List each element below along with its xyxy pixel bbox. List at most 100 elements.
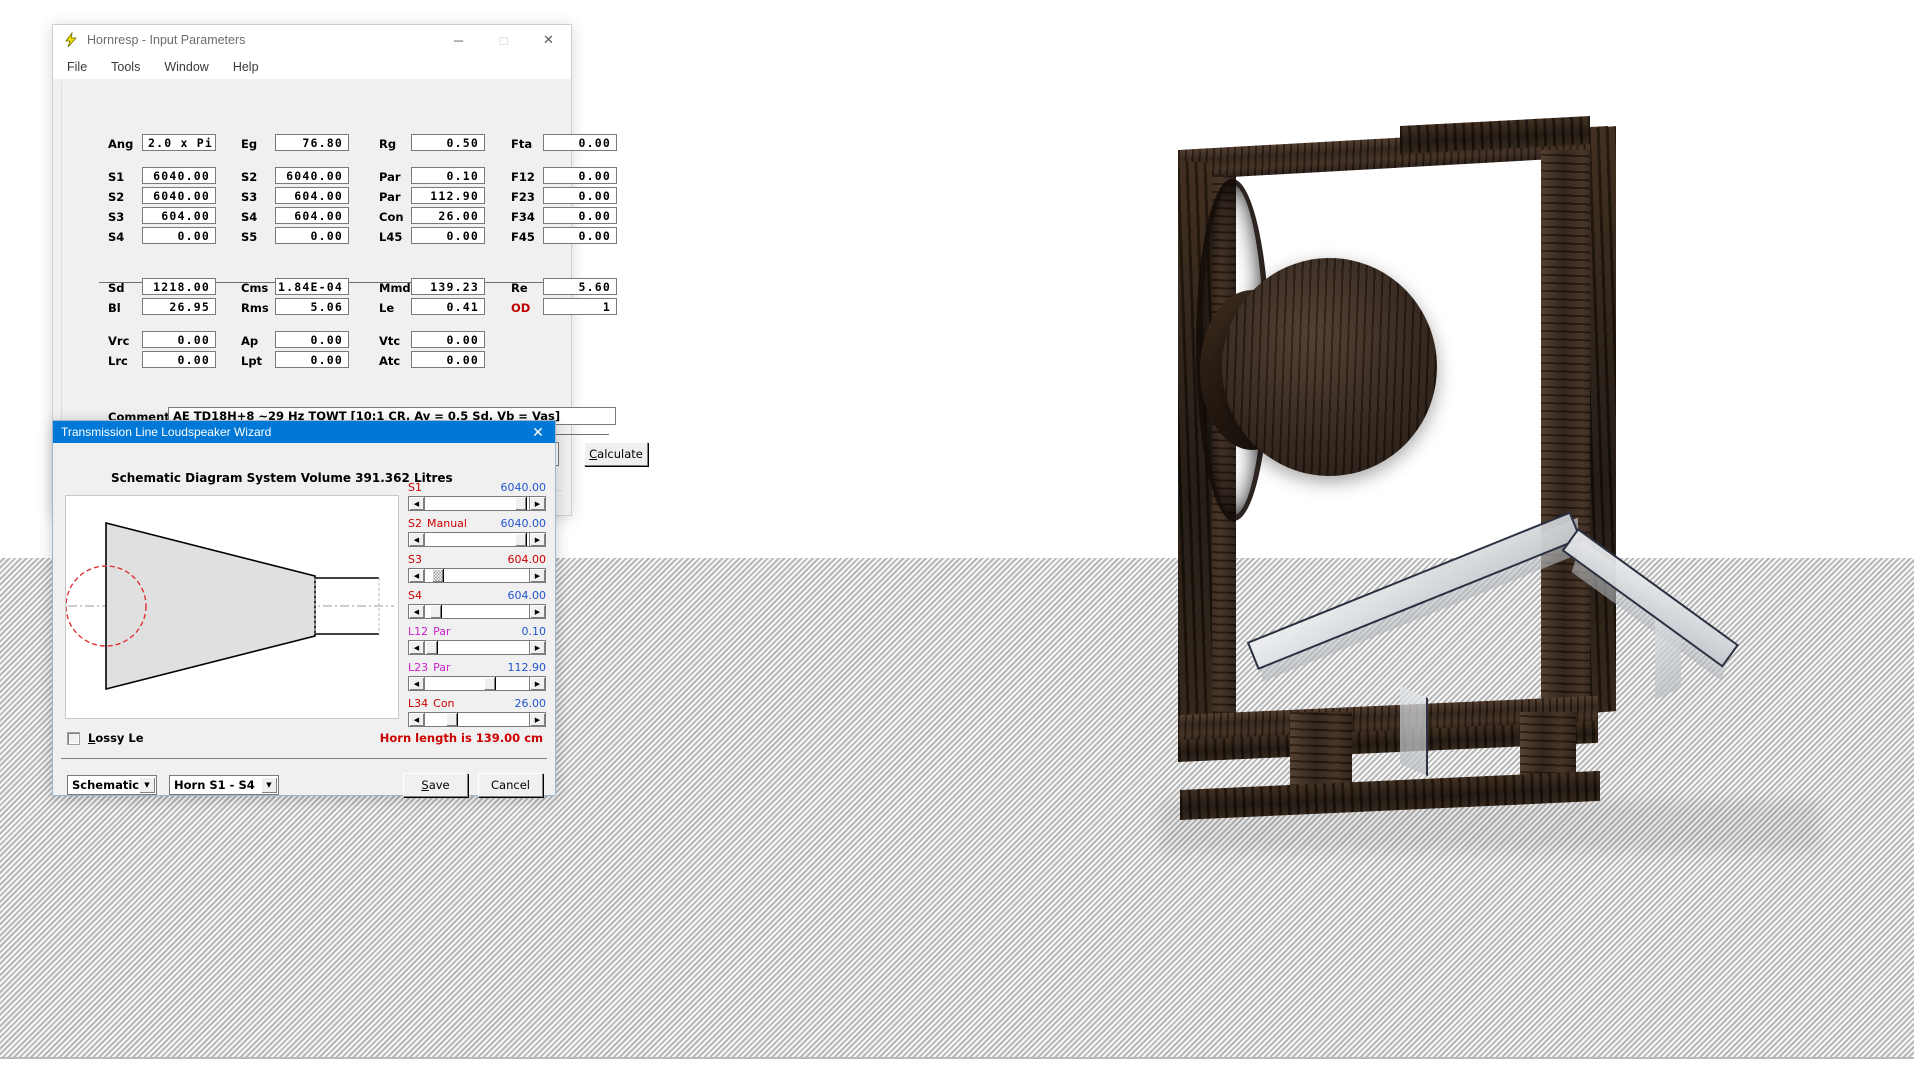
param-field-s2-r1[interactable]: 6040.00 — [275, 167, 349, 184]
close-button[interactable]: ✕ — [526, 25, 571, 55]
param-field-od-r6[interactable]: 1 — [543, 298, 617, 315]
slider-thumb-l23[interactable] — [483, 677, 496, 690]
chevron-down-icon[interactable]: ▼ — [139, 777, 155, 793]
slider-left-arrow-l23[interactable]: ◀ — [409, 677, 425, 690]
param-field-con-r3[interactable]: 26.00 — [411, 207, 485, 224]
slider-left-arrow-s3[interactable]: ◀ — [409, 569, 425, 582]
param-field-bl-r6[interactable]: 26.95 — [142, 298, 216, 315]
slider-track-s4[interactable]: ◀ ▶ — [408, 604, 546, 619]
param-field-f12-r1[interactable]: 0.00 — [543, 167, 617, 184]
menu-help[interactable]: Help — [229, 59, 263, 75]
slider-rail-s4[interactable] — [425, 605, 529, 618]
param-field-par-r1[interactable]: 0.10 — [411, 167, 485, 184]
lossy-le-row[interactable]: Lossy Le — [67, 731, 144, 745]
slider-right-arrow-s3[interactable]: ▶ — [529, 569, 545, 582]
param-field-sd-r5[interactable]: 1218.00 — [142, 278, 216, 295]
slider-s4[interactable]: S4 604.00 ◀ ▶ — [408, 589, 546, 619]
slider-thumb-l12[interactable] — [425, 641, 438, 654]
param-field-rg-r0[interactable]: 0.50 — [411, 134, 485, 151]
param-field-lrc-r8[interactable]: 0.00 — [142, 351, 216, 368]
param-field-f45-r4[interactable]: 0.00 — [543, 227, 617, 244]
transmission-line-wizard-dialog[interactable]: Transmission Line Loudspeaker Wizard ✕ S… — [52, 420, 556, 797]
param-field-lpt-r8[interactable]: 0.00 — [275, 351, 349, 368]
slider-thumb-s4[interactable] — [429, 605, 442, 618]
slider-panel[interactable]: S1 6040.00 ◀ ▶ S2 Manual 6040.00 ◀ ▶ S3 604.00 ◀ ▶ S4… — [408, 481, 546, 733]
slider-right-arrow-s4[interactable]: ▶ — [529, 605, 545, 618]
param-field-cms-r5[interactable]: 1.84E-04 — [275, 278, 349, 295]
slider-rail-s3[interactable] — [425, 569, 529, 582]
slider-s1[interactable]: S1 6040.00 ◀ ▶ — [408, 481, 546, 511]
slider-rail-l23[interactable] — [425, 677, 529, 690]
param-field-eg-r0[interactable]: 76.80 — [275, 134, 349, 151]
slider-left-arrow-l34[interactable]: ◀ — [409, 713, 425, 726]
slider-thumb-s2[interactable] — [515, 533, 528, 546]
param-field-s4-r3[interactable]: 604.00 — [275, 207, 349, 224]
param-field-le-r6[interactable]: 0.41 — [411, 298, 485, 315]
hornresp-titlebar[interactable]: Hornresp - Input Parameters ─ □ ✕ — [53, 25, 571, 55]
slider-thumb-s1[interactable] — [515, 497, 528, 510]
param-field-s3-r3[interactable]: 604.00 — [142, 207, 216, 224]
param-field-s2-r2[interactable]: 6040.00 — [142, 187, 216, 204]
slider-right-arrow-s2[interactable]: ▶ — [529, 533, 545, 546]
minimize-button[interactable]: ─ — [436, 25, 481, 55]
chevron-down-icon-2[interactable]: ▼ — [261, 777, 277, 793]
slider-left-arrow-l12[interactable]: ◀ — [409, 641, 425, 654]
param-field-l45-r4[interactable]: 0.00 — [411, 227, 485, 244]
param-field-atc-r8[interactable]: 0.00 — [411, 351, 485, 368]
param-field-f23-r2[interactable]: 0.00 — [543, 187, 617, 204]
param-field-fta-r0[interactable]: 0.00 — [543, 134, 617, 151]
menu-window[interactable]: Window — [160, 59, 212, 75]
slider-thumb-s3[interactable] — [431, 569, 444, 582]
slider-right-arrow-l12[interactable]: ▶ — [529, 641, 545, 654]
slider-l34[interactable]: L34 Con 26.00 ◀ ▶ — [408, 697, 546, 727]
slider-track-l34[interactable]: ◀ ▶ — [408, 712, 546, 727]
param-field-ap-r7[interactable]: 0.00 — [275, 331, 349, 348]
slider-right-arrow-l23[interactable]: ▶ — [529, 677, 545, 690]
lossy-le-checkbox[interactable] — [67, 731, 80, 745]
slider-rail-s2[interactable] — [425, 533, 529, 546]
hornresp-menubar[interactable]: File Tools Window Help — [53, 55, 571, 79]
param-field-re-r5[interactable]: 5.60 — [543, 278, 617, 295]
slider-left-arrow-s1[interactable]: ◀ — [409, 497, 425, 510]
param-field-vtc-r7[interactable]: 0.00 — [411, 331, 485, 348]
slider-track-l23[interactable]: ◀ ▶ — [408, 676, 546, 691]
param-field-f34-r3[interactable]: 0.00 — [543, 207, 617, 224]
slider-l12[interactable]: L12 Par 0.10 ◀ ▶ — [408, 625, 546, 655]
close-icon[interactable]: ✕ — [521, 421, 555, 443]
slider-right-arrow-l34[interactable]: ▶ — [529, 713, 545, 726]
wizard-actions[interactable]: Save Cancel — [403, 773, 543, 797]
slider-track-s1[interactable]: ◀ ▶ — [408, 496, 546, 511]
slider-l23[interactable]: L23 Par 112.90 ◀ ▶ — [408, 661, 546, 691]
param-field-s5-r4[interactable]: 0.00 — [275, 227, 349, 244]
part-select[interactable]: Horn S1 - S4 ▼ — [169, 775, 279, 795]
param-field-s1-r1[interactable]: 6040.00 — [142, 167, 216, 184]
param-field-par-r2[interactable]: 112.90 — [411, 187, 485, 204]
menu-tools[interactable]: Tools — [107, 59, 144, 75]
param-field-rms-r6[interactable]: 5.06 — [275, 298, 349, 315]
param-field-mmd-r5[interactable]: 139.23 — [411, 278, 485, 295]
hornresp-window-controls[interactable]: ─ □ ✕ — [436, 25, 571, 55]
slider-right-arrow-s1[interactable]: ▶ — [529, 497, 545, 510]
param-field-ang-r0[interactable]: 2.0 x Pi — [142, 134, 216, 151]
slider-track-s2[interactable]: ◀ ▶ — [408, 532, 546, 547]
slider-left-arrow-s2[interactable]: ◀ — [409, 533, 425, 546]
cancel-button[interactable]: Cancel — [478, 773, 543, 797]
slider-left-arrow-s4[interactable]: ◀ — [409, 605, 425, 618]
slider-s2[interactable]: S2 Manual 6040.00 ◀ ▶ — [408, 517, 546, 547]
param-field-s4-r4[interactable]: 0.00 — [142, 227, 216, 244]
slider-rail-l34[interactable] — [425, 713, 529, 726]
param-field-s3-r2[interactable]: 604.00 — [275, 187, 349, 204]
slider-thumb-l34[interactable] — [446, 713, 459, 726]
calculate-button[interactable]: Calculate — [584, 442, 648, 466]
wizard-titlebar[interactable]: Transmission Line Loudspeaker Wizard ✕ — [53, 421, 555, 443]
slider-track-s3[interactable]: ◀ ▶ — [408, 568, 546, 583]
slider-track-l12[interactable]: ◀ ▶ — [408, 640, 546, 655]
slider-rail-l12[interactable] — [425, 641, 529, 654]
wizard-footer[interactable]: Schematic ▼ Horn S1 - S4 ▼ Save Cancel — [67, 773, 543, 797]
slider-rail-s1[interactable] — [425, 497, 529, 510]
save-button[interactable]: Save — [403, 773, 468, 797]
param-field-vrc-r7[interactable]: 0.00 — [142, 331, 216, 348]
maximize-button[interactable]: □ — [481, 25, 526, 55]
slider-s3[interactable]: S3 604.00 ◀ ▶ — [408, 553, 546, 583]
view-select[interactable]: Schematic ▼ — [67, 775, 157, 795]
